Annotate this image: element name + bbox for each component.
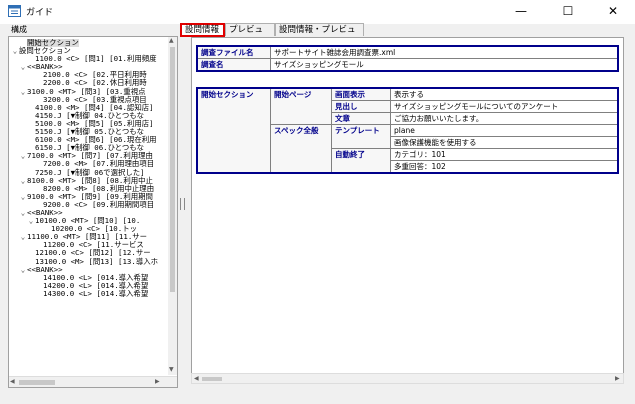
scroll-right-icon[interactable]: ▶ (615, 375, 620, 382)
scroll-up-icon[interactable]: ▲ (169, 37, 174, 44)
display-value: 表示する (390, 87, 619, 101)
spec-label: スペック全般 (270, 124, 332, 174)
expand-chevron-icon[interactable]: ⌄ (19, 208, 27, 217)
survey-name-value: サイズショッピングモール (270, 58, 619, 72)
scroll-left-icon[interactable]: ◀ (10, 378, 15, 385)
survey-file-label: 調査ファイル名 (196, 45, 271, 59)
text-label: 文章 (331, 112, 391, 125)
panel-horizontal-scrollbar[interactable]: ◀ ▶ (191, 373, 624, 384)
structure-label: 構成 (11, 25, 27, 34)
section-info-table: 開始セクション 開始ページ 画面表示 表示する 見出し サイズショッピングモール… (196, 87, 619, 174)
title-bar: ガイド — ☐ ✕ (0, 0, 635, 24)
minimize-button[interactable]: — (498, 0, 544, 22)
pane-splitter[interactable] (180, 198, 185, 210)
start-page-label: 開始ページ (270, 87, 332, 125)
expand-chevron-icon[interactable]: ⌄ (19, 152, 27, 160)
display-label: 画面表示 (331, 87, 391, 101)
template-note: 画像保護機能を使用する (390, 136, 619, 149)
close-button[interactable]: ✕ (590, 0, 635, 22)
multiple-answer-value: 多重回答：102 (390, 160, 619, 174)
category-value: カテゴリ：101 (390, 148, 619, 161)
auto-end-label: 自動終了 (331, 148, 391, 174)
structure-tree[interactable]: 開始セクション ⌄ 設問セクション 1100.0 <C> [問1] [01.利用頻度 ⌄… (9, 39, 167, 374)
tree-horizontal-scrollbar[interactable]: ◀ ▶ (9, 376, 177, 387)
tab-preview[interactable]: プレビュー (225, 23, 275, 48)
tree-vertical-scrollbar[interactable]: ▲ ▼ (168, 37, 177, 375)
survey-file-value: サポートサイト雑誌会用調査票.xml (270, 45, 619, 59)
app-icon (8, 5, 21, 17)
tree-hscroll-thumb[interactable] (19, 380, 55, 385)
tab-question-info-preview[interactable]: 設問情報・プレビュー (275, 23, 364, 48)
expand-chevron-icon[interactable]: ⌄ (27, 216, 35, 225)
expand-chevron-icon[interactable]: ⌄ (19, 192, 27, 201)
text-value: ご協力お願いいたします。 (390, 112, 619, 125)
heading-value: サイズショッピングモールについてのアンケート (390, 100, 619, 113)
tab-question-info[interactable]: 設問情報 (180, 23, 225, 37)
window-title: ガイド (26, 8, 54, 18)
expand-chevron-icon[interactable]: ⌄ (19, 176, 27, 185)
structure-tree-box: 開始セクション ⌄ 設問セクション 1100.0 <C> [問1] [01.利用頻度 ⌄… (8, 36, 178, 388)
tree-item[interactable]: 14300.0 <L> [014.導入希望 (9, 288, 167, 298)
expand-chevron-icon[interactable]: ⌄ (19, 63, 27, 71)
heading-label: 見出し (331, 100, 391, 113)
scroll-down-icon[interactable]: ▼ (169, 366, 174, 373)
template-label: テンプレート (331, 124, 391, 149)
scroll-right-icon[interactable]: ▶ (155, 378, 160, 385)
expand-chevron-icon[interactable]: ⌄ (19, 265, 27, 274)
expand-chevron-icon[interactable]: ⌄ (19, 233, 27, 241)
tree-vscroll-thumb[interactable] (170, 47, 175, 292)
survey-info-table: 調査ファイル名 サポートサイト雑誌会用調査票.xml 調査名 サイズショッピング… (196, 45, 619, 72)
maximize-button[interactable]: ☐ (545, 0, 591, 22)
template-value: plane (390, 124, 619, 137)
question-info-panel: 調査ファイル名 サポートサイト雑誌会用調査票.xml 調査名 サイズショッピング… (191, 37, 624, 376)
expand-chevron-icon[interactable]: ⌄ (11, 46, 19, 55)
tree-item-label: 14300.0 <L> [014.導入希望 (43, 288, 149, 298)
panel-hscroll-thumb[interactable] (202, 377, 222, 381)
scroll-left-icon[interactable]: ◀ (194, 375, 199, 382)
section-label: 開始セクション (196, 87, 271, 174)
structure-pane: 構成 開始セクション ⌄ 設問セクション 1100.0 <C> [問1] [01.利用… (8, 24, 178, 388)
survey-name-label: 調査名 (196, 58, 271, 72)
expand-chevron-icon[interactable]: ⌄ (19, 87, 27, 96)
